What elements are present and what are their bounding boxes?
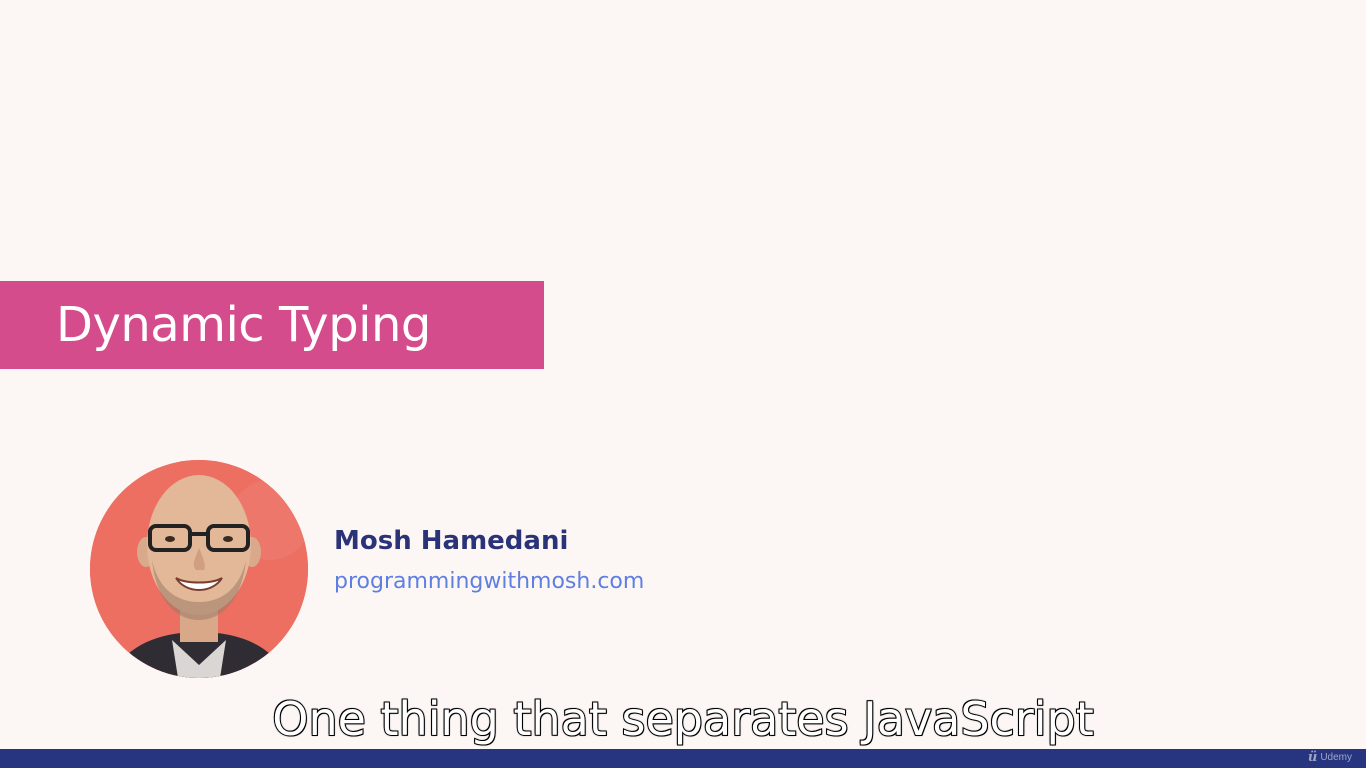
presenter-website: programmingwithmosh.com bbox=[334, 569, 645, 594]
bottom-bar: ü Udemy bbox=[0, 749, 1366, 768]
presenter-photo-icon bbox=[90, 460, 308, 678]
title-banner: Dynamic Typing bbox=[0, 281, 544, 369]
slide-title: Dynamic Typing bbox=[56, 297, 431, 353]
presenter-avatar bbox=[90, 460, 308, 678]
video-caption: One thing that separates JavaScript bbox=[271, 691, 1095, 747]
udemy-logo-icon: ü bbox=[1307, 750, 1318, 765]
watermark-brand-text: Udemy bbox=[1320, 752, 1352, 763]
presenter-name: Mosh Hamedani bbox=[334, 526, 569, 556]
udemy-watermark: ü Udemy bbox=[1308, 751, 1352, 765]
